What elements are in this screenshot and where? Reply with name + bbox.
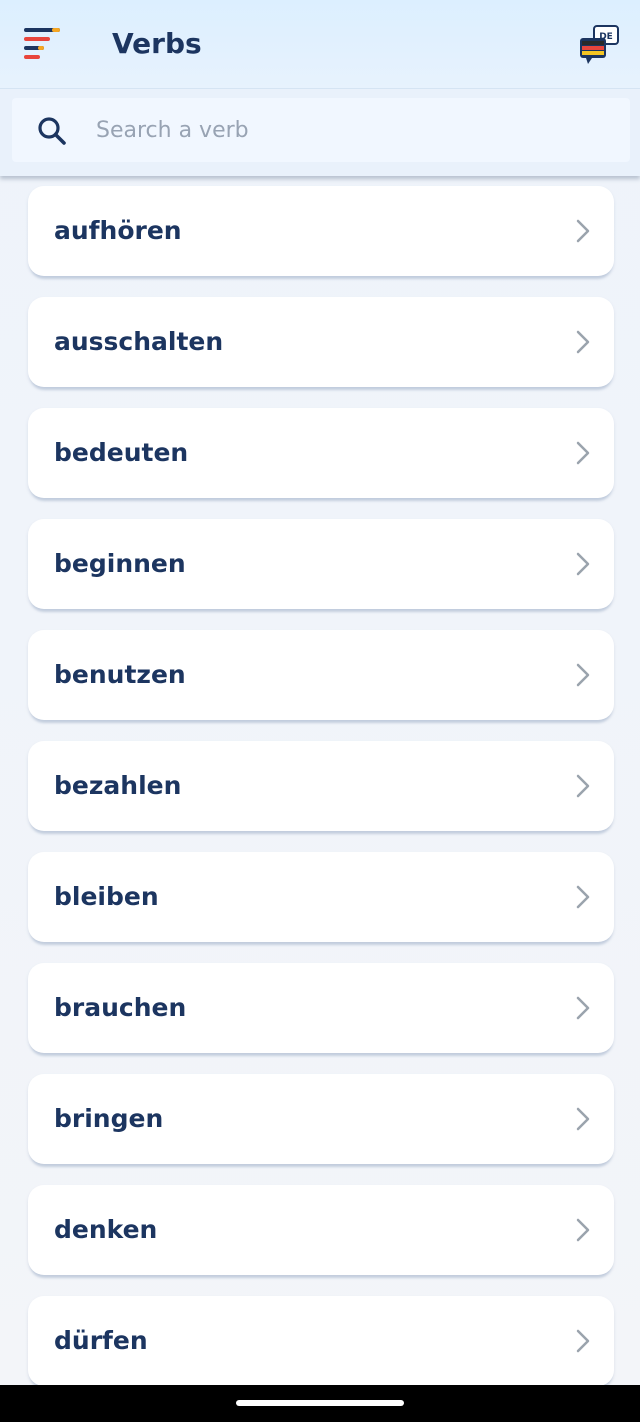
verb-label: bedeuten <box>54 438 189 467</box>
language-flag-icon[interactable]: DE <box>576 22 622 66</box>
verb-label: ausschalten <box>54 327 224 356</box>
verb-label: denken <box>54 1215 158 1244</box>
chevron-right-icon <box>576 219 590 243</box>
verb-list-item[interactable]: beginnen <box>28 519 614 609</box>
chevron-right-icon <box>576 996 590 1020</box>
verb-list: aufhören ausschalten bedeuten beginnen b… <box>0 176 640 1385</box>
app-screen: Verbs DE Search a verb aufhören ausschal… <box>0 0 640 1385</box>
verb-list-item[interactable]: ausschalten <box>28 297 614 387</box>
verb-label: bezahlen <box>54 771 182 800</box>
chevron-right-icon <box>576 774 590 798</box>
chevron-right-icon <box>576 1329 590 1353</box>
chevron-right-icon <box>576 441 590 465</box>
verb-label: bleiben <box>54 882 159 911</box>
search-box[interactable] <box>12 98 630 162</box>
chevron-right-icon <box>576 1218 590 1242</box>
system-navigation-bar <box>0 1385 640 1422</box>
page-title: Verbs <box>112 27 202 60</box>
verb-list-item[interactable]: denken <box>28 1185 614 1275</box>
search-input[interactable] <box>96 108 596 152</box>
verb-label: aufhören <box>54 216 182 245</box>
verb-label: benutzen <box>54 660 186 689</box>
verb-label: beginnen <box>54 549 186 578</box>
chevron-right-icon <box>576 330 590 354</box>
chevron-right-icon <box>576 885 590 909</box>
verb-label: dürfen <box>54 1326 148 1355</box>
chevron-right-icon <box>576 1107 590 1131</box>
search-bar <box>0 88 640 176</box>
verb-list-item[interactable]: bezahlen <box>28 741 614 831</box>
verb-list-item[interactable]: dürfen <box>28 1296 614 1385</box>
verb-label: brauchen <box>54 993 187 1022</box>
verb-list-item[interactable]: brauchen <box>28 963 614 1053</box>
top-app-bar: Verbs DE <box>0 0 640 89</box>
search-icon <box>36 115 68 147</box>
verb-list-item[interactable]: bedeuten <box>28 408 614 498</box>
chevron-right-icon <box>576 552 590 576</box>
verb-list-item[interactable]: aufhören <box>28 186 614 276</box>
hamburger-menu-icon[interactable] <box>18 22 66 66</box>
verb-list-item[interactable]: bleiben <box>28 852 614 942</box>
verb-list-item[interactable]: benutzen <box>28 630 614 720</box>
home-indicator[interactable] <box>236 1400 404 1406</box>
verb-label: bringen <box>54 1104 164 1133</box>
chevron-right-icon <box>576 663 590 687</box>
verb-list-item[interactable]: bringen <box>28 1074 614 1164</box>
